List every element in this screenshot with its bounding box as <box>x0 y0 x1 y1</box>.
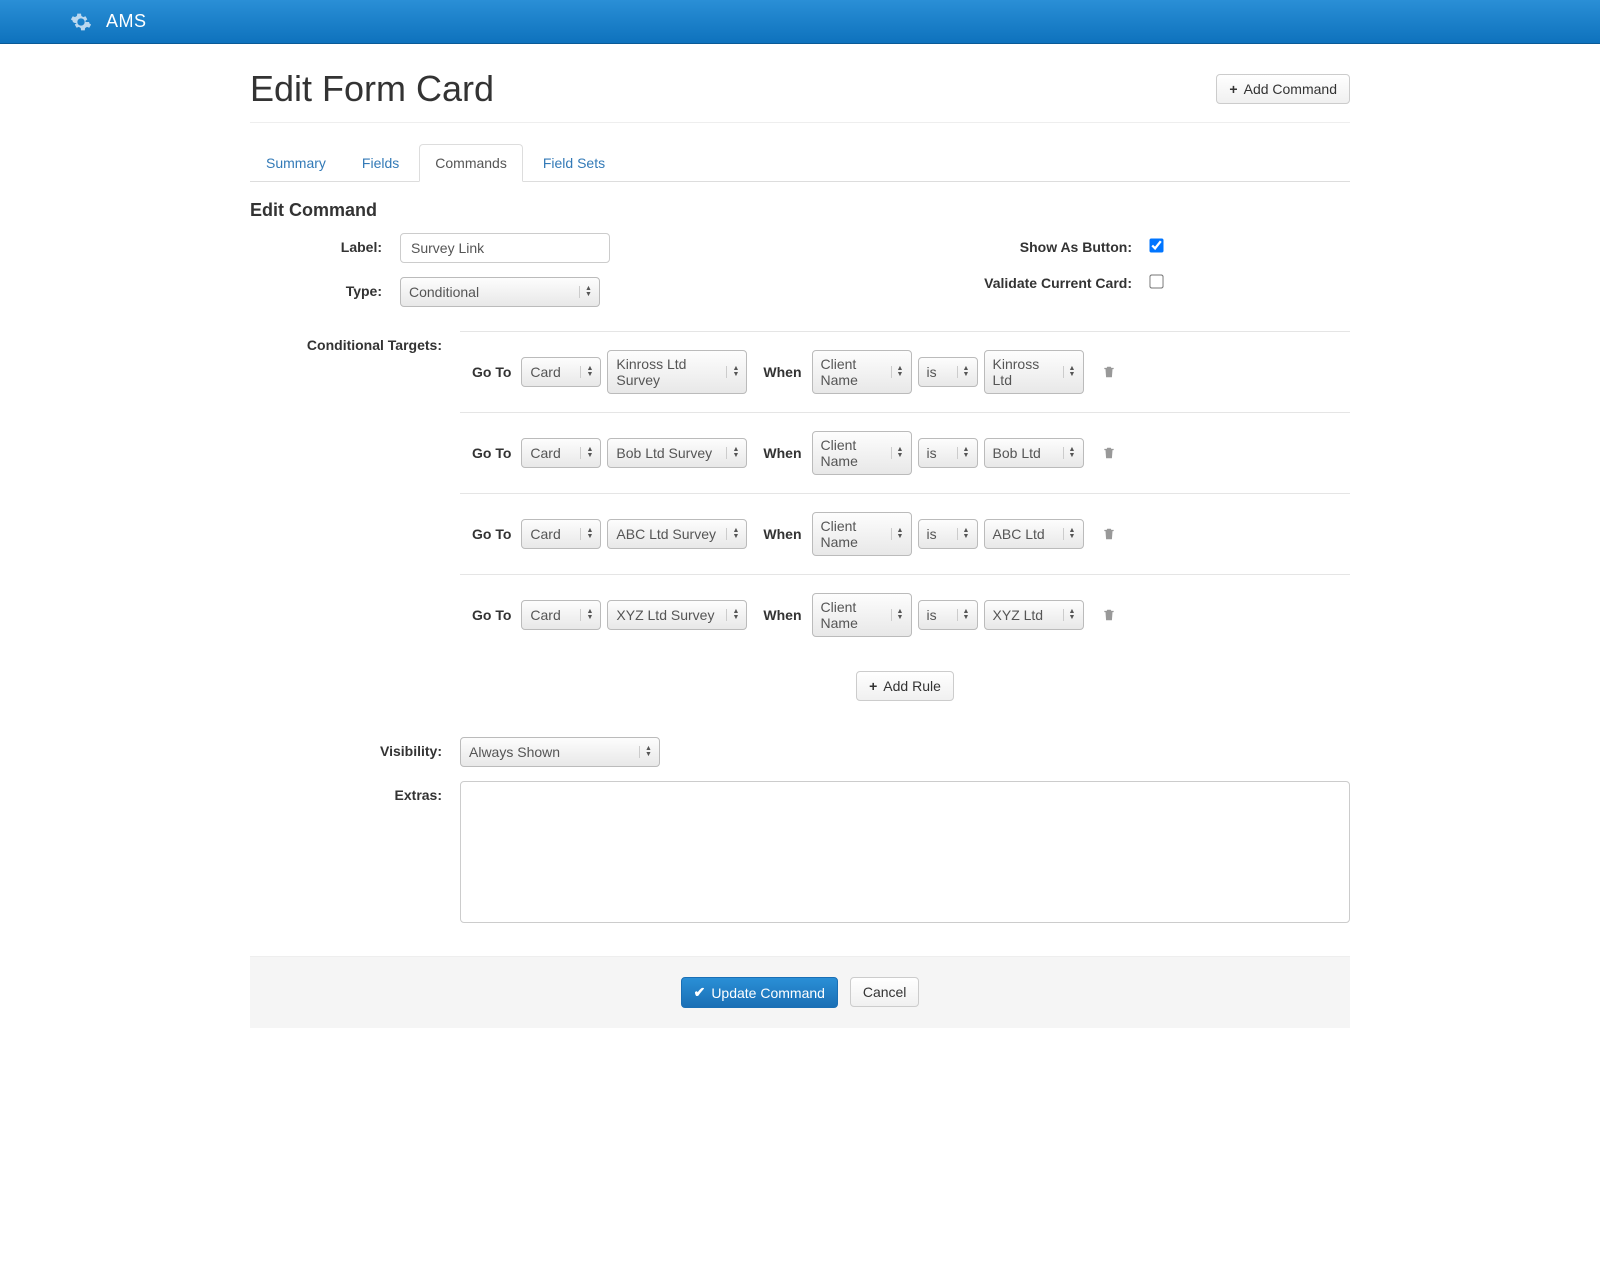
tab-field-sets[interactable]: Field Sets <box>527 144 621 182</box>
add-command-button[interactable]: + Add Command <box>1216 74 1350 104</box>
chevron-updown-icon: ▲▼ <box>639 746 651 758</box>
label-label: Label: <box>250 233 400 263</box>
field-select[interactable]: Client Name ▲▼ <box>812 350 912 394</box>
goto-keyword: Go To <box>472 526 511 542</box>
chevron-updown-icon: ▲▼ <box>580 528 592 540</box>
tab-summary[interactable]: Summary <box>250 144 342 182</box>
goto-target-select[interactable]: Bob Ltd Survey ▲▼ <box>607 438 747 468</box>
chevron-updown-icon: ▲▼ <box>957 528 969 540</box>
delete-rule-button[interactable] <box>1102 608 1116 622</box>
when-keyword: When <box>763 526 801 542</box>
chevron-updown-icon: ▲▼ <box>957 447 969 459</box>
section-title: Edit Command <box>250 200 1350 221</box>
tabs: Summary Fields Commands Field Sets <box>250 143 1350 182</box>
target-row: Go To Card ▲▼ XYZ Ltd Survey ▲▼ When Cli… <box>460 574 1350 655</box>
validate-current-card-checkbox[interactable] <box>1149 274 1163 288</box>
plus-icon: + <box>869 678 877 694</box>
delete-rule-button[interactable] <box>1102 527 1116 541</box>
cancel-button[interactable]: Cancel <box>850 977 920 1007</box>
visibility-select[interactable]: Always Shown ▲▼ <box>460 737 660 767</box>
field-select[interactable]: Client Name ▲▼ <box>812 431 912 475</box>
page-header: Edit Form Card + Add Command <box>250 44 1350 123</box>
goto-target-select[interactable]: Kinross Ltd Survey ▲▼ <box>607 350 747 394</box>
operator-select[interactable]: is ▲▼ <box>918 438 978 468</box>
target-row: Go To Card ▲▼ ABC Ltd Survey ▲▼ When Cli… <box>460 493 1350 574</box>
chevron-updown-icon: ▲▼ <box>726 447 738 459</box>
value-select[interactable]: Kinross Ltd ▲▼ <box>984 350 1084 394</box>
chevron-updown-icon: ▲▼ <box>579 286 591 298</box>
goto-type-select[interactable]: Card ▲▼ <box>521 600 601 630</box>
chevron-updown-icon: ▲▼ <box>1063 366 1075 378</box>
goto-keyword: Go To <box>472 445 511 461</box>
operator-select[interactable]: is ▲▼ <box>918 600 978 630</box>
update-command-label: Update Command <box>711 985 825 1001</box>
footer-actions: ✔ Update Command Cancel <box>250 956 1350 1028</box>
chevron-updown-icon: ▲▼ <box>1063 528 1075 540</box>
chevron-updown-icon: ▲▼ <box>580 609 592 621</box>
chevron-updown-icon: ▲▼ <box>1063 609 1075 621</box>
goto-target-select[interactable]: ABC Ltd Survey ▲▼ <box>607 519 747 549</box>
chevron-updown-icon: ▲▼ <box>957 609 969 621</box>
chevron-updown-icon: ▲▼ <box>580 366 592 378</box>
chevron-updown-icon: ▲▼ <box>1063 447 1075 459</box>
chevron-updown-icon: ▲▼ <box>726 366 738 378</box>
chevron-updown-icon: ▲▼ <box>891 447 903 459</box>
top-bar: AMS <box>0 0 1600 44</box>
delete-rule-button[interactable] <box>1102 365 1116 379</box>
tab-fields[interactable]: Fields <box>346 144 415 182</box>
field-select[interactable]: Client Name ▲▼ <box>812 593 912 637</box>
label-input[interactable] <box>400 233 610 263</box>
show-as-button-label: Show As Button: <box>800 233 1150 255</box>
type-select[interactable]: Conditional ▲▼ <box>400 277 600 307</box>
chevron-updown-icon: ▲▼ <box>726 609 738 621</box>
extras-textarea[interactable] <box>460 781 1350 923</box>
goto-type-select[interactable]: Card ▲▼ <box>521 438 601 468</box>
target-row: Go To Card ▲▼ Kinross Ltd Survey ▲▼ When… <box>460 331 1350 412</box>
update-command-button[interactable]: ✔ Update Command <box>681 977 838 1008</box>
value-select[interactable]: XYZ Ltd ▲▼ <box>984 600 1084 630</box>
add-rule-button[interactable]: + Add Rule <box>856 671 954 701</box>
page-title: Edit Form Card <box>250 68 494 110</box>
add-command-label: Add Command <box>1244 81 1337 97</box>
goto-target-select[interactable]: XYZ Ltd Survey ▲▼ <box>607 600 747 630</box>
plus-icon: + <box>1229 81 1237 97</box>
chevron-updown-icon: ▲▼ <box>891 366 903 378</box>
when-keyword: When <box>763 607 801 623</box>
chevron-updown-icon: ▲▼ <box>957 366 969 378</box>
goto-type-select[interactable]: Card ▲▼ <box>521 357 601 387</box>
validate-current-card-label: Validate Current Card: <box>800 269 1150 291</box>
goto-keyword: Go To <box>472 364 511 380</box>
type-label: Type: <box>250 277 400 307</box>
visibility-label: Visibility: <box>250 737 460 767</box>
value-select[interactable]: Bob Ltd ▲▼ <box>984 438 1084 468</box>
value-select[interactable]: ABC Ltd ▲▼ <box>984 519 1084 549</box>
brand-title: AMS <box>106 11 147 32</box>
goto-keyword: Go To <box>472 607 511 623</box>
tab-commands[interactable]: Commands <box>419 144 523 182</box>
target-row: Go To Card ▲▼ Bob Ltd Survey ▲▼ When Cli… <box>460 412 1350 493</box>
gear-icon <box>70 11 92 33</box>
chevron-updown-icon: ▲▼ <box>726 528 738 540</box>
chevron-updown-icon: ▲▼ <box>891 528 903 540</box>
when-keyword: When <box>763 445 801 461</box>
field-select[interactable]: Client Name ▲▼ <box>812 512 912 556</box>
check-icon: ✔ <box>694 984 706 1001</box>
extras-label: Extras: <box>250 781 460 926</box>
show-as-button-checkbox[interactable] <box>1149 238 1163 252</box>
goto-type-select[interactable]: Card ▲▼ <box>521 519 601 549</box>
chevron-updown-icon: ▲▼ <box>580 447 592 459</box>
conditional-targets-label: Conditional Targets: <box>250 331 460 717</box>
add-rule-label: Add Rule <box>883 678 941 694</box>
when-keyword: When <box>763 364 801 380</box>
operator-select[interactable]: is ▲▼ <box>918 519 978 549</box>
cancel-label: Cancel <box>863 984 907 1000</box>
delete-rule-button[interactable] <box>1102 446 1116 460</box>
conditional-targets: Go To Card ▲▼ Kinross Ltd Survey ▲▼ When… <box>460 331 1350 717</box>
chevron-updown-icon: ▲▼ <box>891 609 903 621</box>
operator-select[interactable]: is ▲▼ <box>918 357 978 387</box>
